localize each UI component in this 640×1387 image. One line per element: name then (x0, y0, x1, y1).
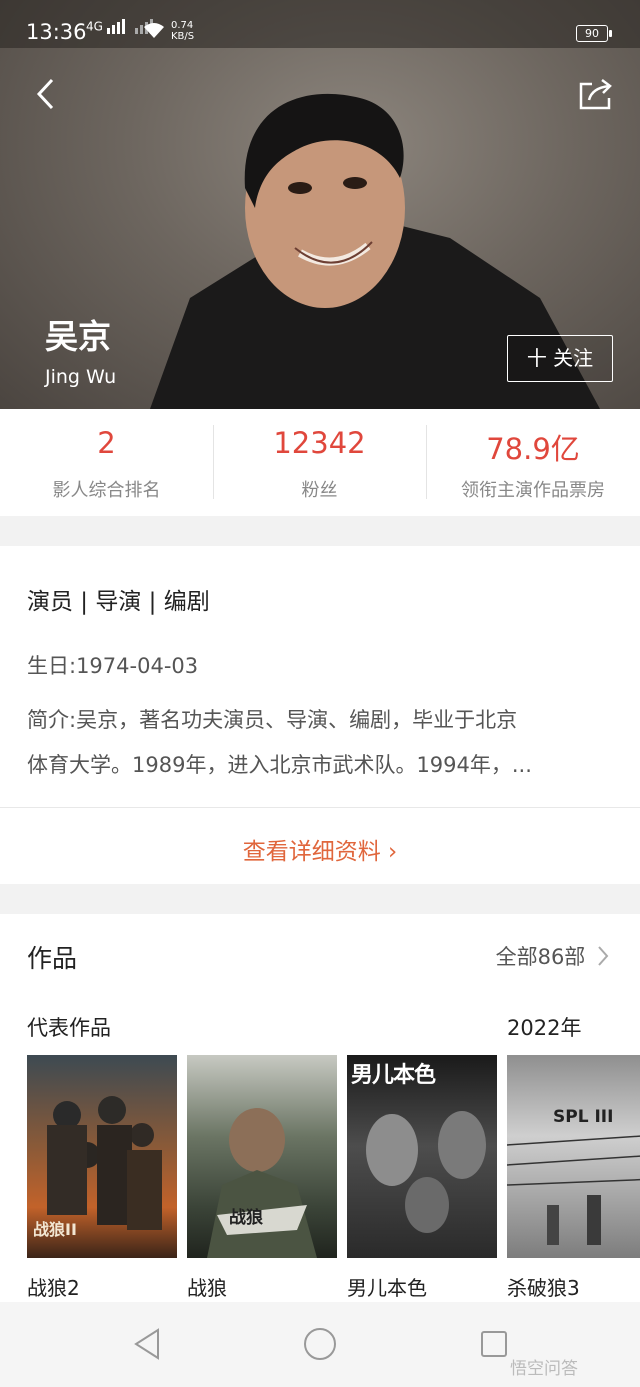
works-section: 作品 全部86部 代表作品 2022年 战狼II 战狼2 战狼 战狼 男儿本色 … (0, 914, 640, 1302)
stat-label: 粉丝 (301, 480, 338, 501)
stat-value: 12342 (273, 426, 366, 460)
stats-bar: 2 影人综合排名 12342 粉丝 78.9亿 领衔主演作品票房 (0, 409, 640, 516)
bio-line: 简介:吴京，著名功夫演员、导演、编剧，毕业于北京 (27, 708, 518, 732)
birthday: 生日:1974-04-03 (27, 654, 199, 678)
triangle-back-icon (134, 1328, 159, 1360)
info-card: 演员 | 导演 | 编剧 生日:1974-04-03 简介:吴京，著名功夫演员、… (0, 546, 640, 884)
biography: 简介:吴京，著名功夫演员、导演、编剧，毕业于北京 体育大学。1989年，进入北京… (27, 698, 607, 788)
square-recent-icon (481, 1331, 507, 1357)
chevron-left-icon (36, 78, 54, 110)
nav-recent-button[interactable] (474, 1324, 514, 1364)
share-button[interactable] (576, 74, 616, 114)
status-bar: 13:36 4G 0.74 KB/S 90 (0, 0, 640, 48)
actor-name: 吴京 (45, 317, 111, 356)
work-item[interactable]: 男儿本色 男儿本色 (347, 1055, 497, 1301)
poster-image: 男儿本色 (347, 1055, 497, 1258)
stat-value: 78.9亿 (486, 432, 580, 466)
work-item[interactable]: 战狼 战狼 (187, 1055, 337, 1301)
stat-box-office[interactable]: 78.9亿 领衔主演作品票房 (426, 409, 640, 516)
roles: 演员 | 导演 | 编剧 (27, 589, 210, 615)
network-speed: 0.74 KB/S (171, 20, 195, 42)
stat-fans[interactable]: 12342 粉丝 (213, 409, 426, 516)
work-title: 战狼 (187, 1276, 227, 1300)
status-time: 13:36 (26, 20, 87, 44)
poster-image: SPL III (507, 1055, 640, 1258)
share-icon (579, 79, 612, 110)
representative-works-label: 代表作品 (27, 1016, 111, 1040)
work-title: 杀破狼3 (507, 1276, 580, 1300)
divider (0, 807, 640, 808)
back-button[interactable] (30, 74, 64, 114)
stat-label: 领衔主演作品票房 (461, 480, 605, 501)
battery-icon: 90 (576, 25, 612, 42)
work-item[interactable]: SPL III 杀破狼3 (507, 1055, 640, 1301)
view-details-link[interactable]: 查看详细资料 › (0, 832, 640, 866)
wifi-icon (143, 22, 165, 44)
poster-image: 战狼 (187, 1055, 337, 1258)
works-year-label: 2022年 (507, 1016, 582, 1040)
follow-button[interactable]: 十 关注 (507, 335, 613, 382)
nav-home-button[interactable] (300, 1324, 340, 1364)
bio-line: 体育大学。1989年，进入北京市武术队。1994年，... (27, 753, 532, 777)
work-title: 战狼2 (27, 1276, 80, 1300)
work-title: 男儿本色 (347, 1276, 427, 1300)
actor-name-english: Jing Wu (45, 366, 117, 388)
stat-value: 2 (97, 426, 116, 460)
circle-home-icon (304, 1328, 336, 1360)
stat-label: 影人综合排名 (52, 480, 161, 501)
nav-back-button[interactable] (128, 1324, 168, 1364)
all-works-link[interactable]: 全部86部 (496, 941, 610, 971)
poster-list: 战狼II 战狼2 战狼 战狼 男儿本色 男儿本色 SPL III 杀破狼3 (27, 1055, 640, 1302)
all-works-label: 全部86部 (495, 945, 586, 969)
watermark: 悟空问答 (510, 1359, 578, 1379)
works-title: 作品 (27, 944, 78, 973)
work-item[interactable]: 战狼II 战狼2 (27, 1055, 177, 1301)
stat-ranking[interactable]: 2 影人综合排名 (0, 409, 213, 516)
hero-banner: 13:36 4G 0.74 KB/S 90 吴京 Jing Wu 十 关注 (0, 0, 640, 409)
poster-image: 战狼II (27, 1055, 177, 1258)
chevron-right-icon (598, 946, 609, 966)
